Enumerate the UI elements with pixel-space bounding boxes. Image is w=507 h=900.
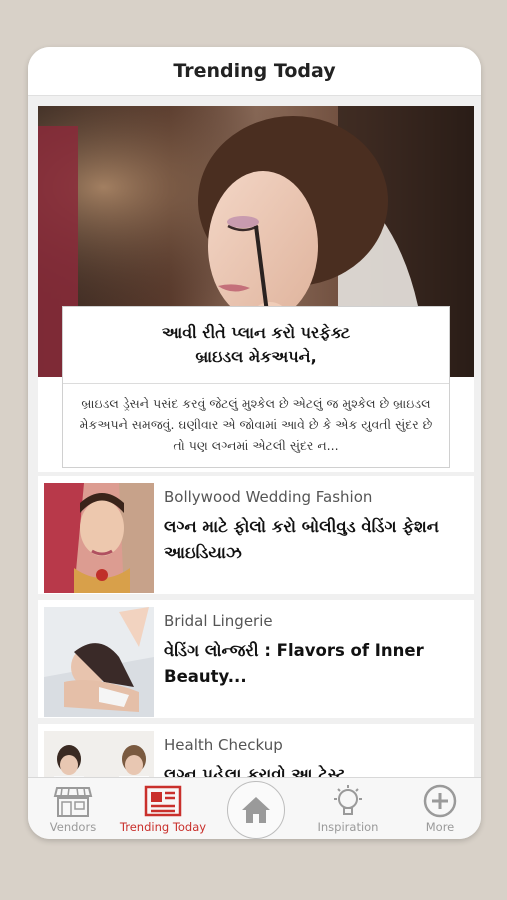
tab-label: Inspiration	[317, 820, 379, 834]
article-item[interactable]: Bridal Lingerie વેડિંગ લોન્જરી : Flavors…	[38, 600, 474, 718]
tab-label: More	[425, 820, 455, 834]
article-title: વેડિંગ લોન્જરી : Flavors of Inner Beauty…	[164, 641, 424, 686]
article-thumbnail	[44, 607, 154, 717]
newspaper-icon	[144, 785, 182, 817]
plus-circle-icon	[423, 784, 457, 818]
article-title: લગ્ન પહેલા કરાવો આ ટેસ્ટ	[164, 765, 346, 777]
divider	[63, 383, 449, 384]
featured-article[interactable]: આવી રીતે પ્લાન કરો પરફેક્ટ બ્રાઇડલ મેકઅપ…	[38, 106, 474, 472]
bottom-tab-bar: Vendors Trending Today Inspiration More	[28, 777, 481, 839]
tab-label: Vendors	[49, 820, 97, 834]
tab-label: Trending Today	[119, 820, 207, 834]
article-category: Bollywood Wedding Fashion	[164, 488, 373, 506]
featured-article-title: આવી રીતે પ્લાન કરો પરફેક્ટ બ્રાઇડલ મેકઅપ…	[161, 323, 351, 366]
app-screen: Trending Today આવી રીતે પ્લાન કરો પરફેક્…	[28, 47, 481, 839]
tab-inspiration[interactable]: Inspiration	[303, 778, 393, 839]
article-feed[interactable]: આવી રીતે પ્લાન કરો પરફેક્ટ બ્રાઇડલ મેકઅપ…	[28, 96, 481, 777]
tab-vendors[interactable]: Vendors	[28, 778, 118, 839]
article-item[interactable]: Bollywood Wedding Fashion લગ્ન માટે ફોલો…	[38, 476, 474, 594]
article-thumbnail	[44, 731, 154, 777]
storefront-icon	[53, 787, 93, 817]
article-category: Health Checkup	[164, 736, 283, 754]
tab-trending-today[interactable]: Trending Today	[118, 778, 208, 839]
tab-more[interactable]: More	[395, 778, 481, 839]
article-thumbnail	[44, 483, 154, 593]
featured-article-card[interactable]: આવી રીતે પ્લાન કરો પરફેક્ટ બ્રાઇડલ મેકઅપ…	[62, 306, 450, 468]
article-category: Bridal Lingerie	[164, 612, 273, 630]
article-title: લગ્ન માટે ફોલો કરો બોલીવુડ વેડિંગ ફેશન આ…	[164, 517, 440, 562]
lightbulb-icon	[334, 785, 362, 815]
top-bar: Trending Today	[28, 47, 481, 96]
home-icon	[242, 797, 270, 823]
tab-home[interactable]	[227, 781, 285, 839]
article-item[interactable]: Health Checkup લગ્ન પહેલા કરાવો આ ટેસ્ટ	[38, 724, 474, 777]
featured-article-summary: બ્રાઇડલ ડ્રેસને પસંદ કરવું જેટલું મુશ્કે…	[79, 396, 433, 453]
page-title: Trending Today	[173, 60, 336, 82]
